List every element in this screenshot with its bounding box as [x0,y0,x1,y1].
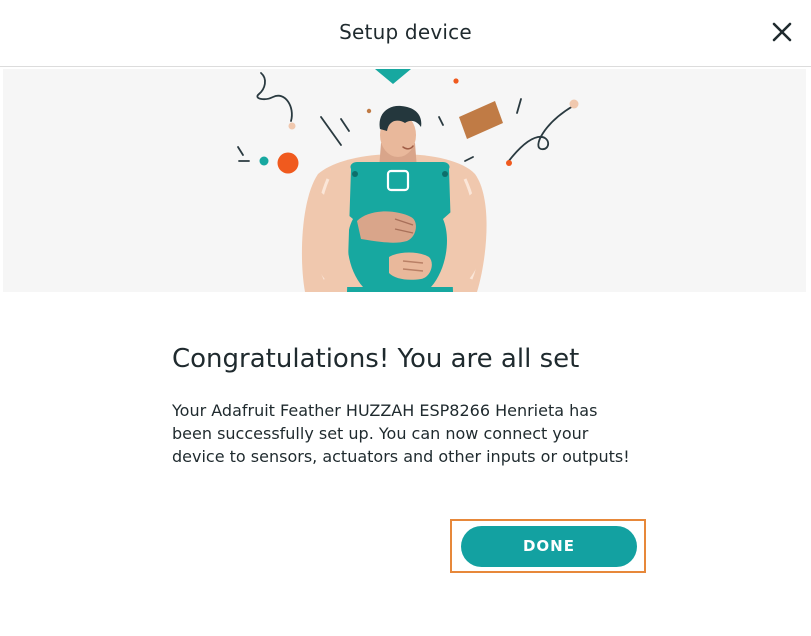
congratulations-heading: Congratulations! You are all set [172,344,580,374]
done-button[interactable]: DONE [461,526,637,567]
celebration-illustration [3,69,806,292]
close-button[interactable] [767,17,797,47]
close-icon [772,22,792,42]
dialog-title: Setup device [339,20,472,44]
dialog-header: Setup device [0,0,811,67]
setup-device-dialog: Setup device Congratulations! You are al… [0,0,811,636]
setup-success-message: Your Adafruit Feather HUZZAH ESP8266 Hen… [172,401,630,466]
